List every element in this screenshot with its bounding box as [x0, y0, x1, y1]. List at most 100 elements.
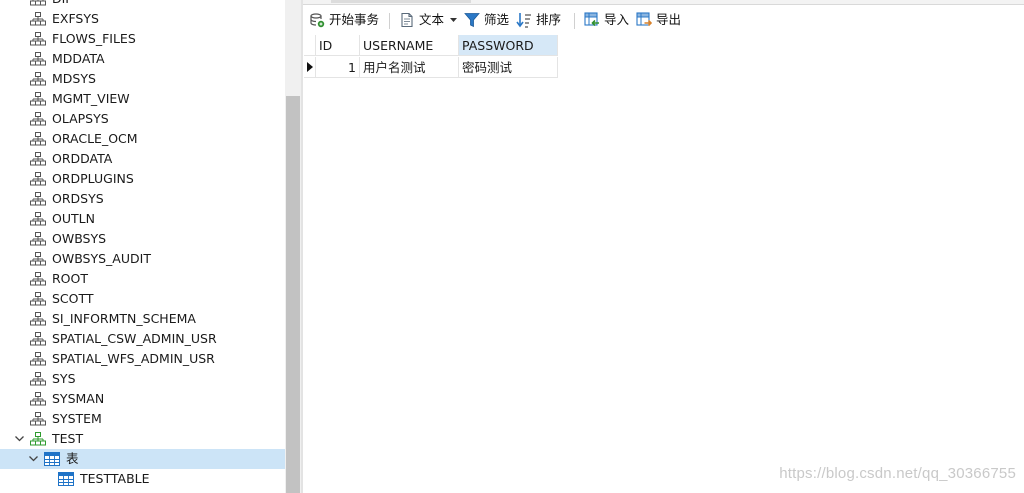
- import-icon: [584, 12, 604, 28]
- tree-item-label: DIP: [52, 0, 73, 9]
- sort-icon: [516, 12, 536, 28]
- tables-folder-icon: [44, 452, 60, 466]
- schema-icon: [30, 192, 46, 206]
- tree-scrollbar[interactable]: [285, 0, 301, 493]
- tree-item-label: EXFSYS: [52, 11, 99, 26]
- export-icon: [636, 12, 656, 28]
- transaction-icon: [309, 12, 329, 28]
- begin-transaction-button[interactable]: 开始事务: [309, 9, 379, 31]
- chevron-down-icon[interactable]: [13, 429, 25, 449]
- tree-item[interactable]: OUTLN: [0, 209, 285, 229]
- text-view-button[interactable]: 文本: [399, 9, 461, 31]
- tree-item[interactable]: SCOTT: [0, 289, 285, 309]
- tree-item[interactable]: ORDPLUGINS: [0, 169, 285, 189]
- tree-item[interactable]: OLAPSYS: [0, 109, 285, 129]
- chevron-down-icon[interactable]: [27, 449, 39, 469]
- tree-item[interactable]: TESTTABLE: [0, 469, 285, 489]
- tree-item[interactable]: MDDATA: [0, 49, 285, 69]
- tree-item[interactable]: ORDSYS: [0, 189, 285, 209]
- tree-item-label: MGMT_VIEW: [52, 91, 130, 106]
- document-icon: [399, 12, 419, 28]
- text-view-label: 文本: [419, 12, 445, 27]
- schema-icon: [30, 172, 46, 186]
- schema-icon: [30, 212, 46, 226]
- tree-item-label: ORDPLUGINS: [52, 171, 134, 186]
- tree-item-label: ORDDATA: [52, 151, 113, 166]
- schema-icon: [30, 332, 46, 346]
- tree-item-label: ORACLE_OCM: [52, 131, 138, 146]
- schema-icon: [30, 132, 46, 146]
- schema-icon: [30, 272, 46, 286]
- row-selector-header: [304, 35, 316, 56]
- chevron-down-icon[interactable]: [450, 17, 461, 23]
- schema-icon: [30, 412, 46, 426]
- table-icon: [58, 472, 74, 486]
- column-header-password[interactable]: PASSWORD: [459, 35, 558, 56]
- tree-item-label: ORDSYS: [52, 191, 104, 206]
- tree-item[interactable]: SYSTEM: [0, 409, 285, 429]
- navigator-tree[interactable]: DIP EXFSYS FLOWS_FILES MDDATA MDSYS MGMT_VIEW…: [0, 0, 285, 493]
- cell-id[interactable]: 1: [316, 57, 360, 78]
- current-row-marker-icon: [304, 57, 316, 78]
- tree-item-label: SPATIAL_WFS_ADMIN_USR: [52, 351, 215, 366]
- tree-item[interactable]: MGMT_VIEW: [0, 89, 285, 109]
- tree-item-label: SYSTEM: [52, 411, 102, 426]
- tree-item[interactable]: SPATIAL_CSW_ADMIN_USR: [0, 329, 285, 349]
- tree-scrollbar-thumb[interactable]: [286, 96, 300, 493]
- tree-item[interactable]: SYS: [0, 369, 285, 389]
- filter-label: 筛选: [484, 12, 510, 27]
- tree-item[interactable]: 表: [0, 449, 285, 469]
- tree-item[interactable]: FLOWS_FILES: [0, 29, 285, 49]
- tree-item-label: FLOWS_FILES: [52, 31, 136, 46]
- tree-item-label: OLAPSYS: [52, 111, 109, 126]
- import-button[interactable]: 导入: [584, 9, 629, 31]
- cell-password[interactable]: 密码测试: [459, 57, 558, 78]
- table-data-panel: 开始事务 文本 筛选 排序 导入 导出 ID USERNAME PASSWORD…: [303, 0, 1024, 493]
- schema-icon: [30, 32, 46, 46]
- schema-icon: [30, 352, 46, 366]
- column-header-username[interactable]: USERNAME: [360, 35, 459, 56]
- tree-item-label: TESTTABLE: [80, 471, 150, 486]
- column-header-id[interactable]: ID: [316, 35, 360, 56]
- tree-item[interactable]: TEST: [0, 429, 285, 449]
- schema-open-icon: [30, 432, 46, 446]
- schema-icon: [30, 12, 46, 26]
- cell-username[interactable]: 用户名测试: [360, 57, 459, 78]
- tree-item[interactable]: EXFSYS: [0, 9, 285, 29]
- export-button[interactable]: 导出: [636, 9, 681, 31]
- schema-icon: [30, 0, 46, 6]
- tree-item[interactable]: SYSMAN: [0, 389, 285, 409]
- tree-item[interactable]: SI_INFORMTN_SCHEMA: [0, 309, 285, 329]
- tree-item-label: OUTLN: [52, 211, 95, 226]
- schema-icon: [30, 392, 46, 406]
- tree-item[interactable]: ORDDATA: [0, 149, 285, 169]
- tree-item-label: OWBSYS_AUDIT: [52, 251, 151, 266]
- schema-icon: [30, 232, 46, 246]
- tree-item[interactable]: OWBSYS: [0, 229, 285, 249]
- filter-button[interactable]: 筛选: [464, 9, 509, 31]
- tree-item[interactable]: ORACLE_OCM: [0, 129, 285, 149]
- schema-icon: [30, 372, 46, 386]
- tree-item[interactable]: DIP: [0, 0, 285, 9]
- import-label: 导入: [604, 12, 630, 27]
- tree-item-label: TEST: [52, 431, 84, 446]
- tree-item[interactable]: SPATIAL_WFS_ADMIN_USR: [0, 349, 285, 369]
- tree-item-label: ROOT: [52, 271, 88, 286]
- schema-icon: [30, 252, 46, 266]
- sort-button[interactable]: 排序: [516, 9, 561, 31]
- schema-icon: [30, 92, 46, 106]
- tree-item-label: SPATIAL_CSW_ADMIN_USR: [52, 331, 217, 346]
- begin-transaction-label: 开始事务: [329, 12, 380, 27]
- tree-item[interactable]: MDSYS: [0, 69, 285, 89]
- tree-item-label: OWBSYS: [52, 231, 107, 246]
- tree-item-label: MDDATA: [52, 51, 105, 66]
- filter-funnel-icon: [464, 12, 484, 28]
- tree-item[interactable]: ROOT: [0, 269, 285, 289]
- tree-item-label: 表: [66, 451, 79, 466]
- tree-item-label: SI_INFORMTN_SCHEMA: [52, 311, 196, 326]
- tree-item[interactable]: OWBSYS_AUDIT: [0, 249, 285, 269]
- toolbar-separator: [574, 13, 575, 29]
- schema-icon: [30, 52, 46, 66]
- tree-item-label: MDSYS: [52, 71, 96, 86]
- tree-rows: DIP EXFSYS FLOWS_FILES MDDATA MDSYS MGMT_VIEW…: [0, 0, 285, 489]
